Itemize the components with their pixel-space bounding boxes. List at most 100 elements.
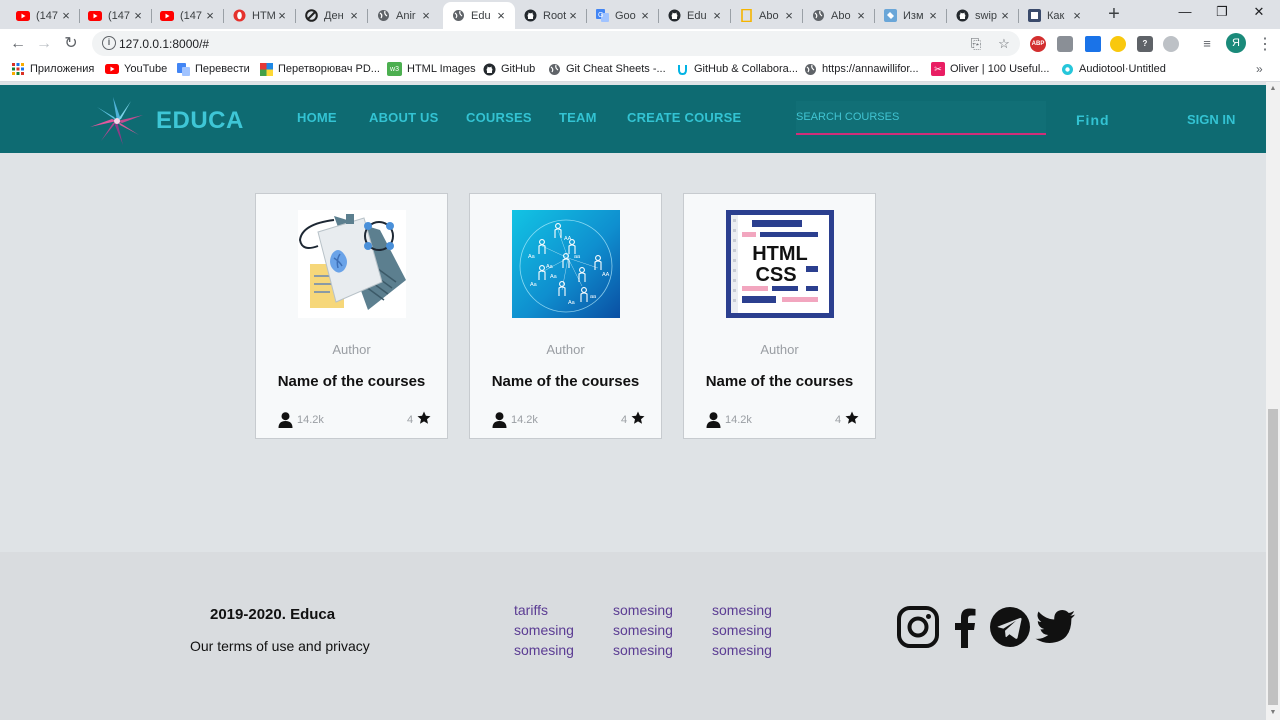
- bookmark-item[interactable]: Перетворювач PD...: [259, 62, 380, 76]
- browser-tab[interactable]: Root ×: [515, 2, 587, 29]
- footer-link[interactable]: somesing: [712, 642, 772, 658]
- home-extension-icon[interactable]: [1110, 36, 1126, 52]
- browser-tab[interactable]: (147 ×: [8, 2, 80, 29]
- course-card[interactable]: AA Aa Aa aa AA Aa aa Aa Aa Author Name of the …: [469, 193, 662, 439]
- footer-link[interactable]: somesing: [712, 602, 772, 618]
- close-tab-icon[interactable]: ×: [927, 8, 939, 23]
- forward-icon[interactable]: →: [34, 34, 54, 54]
- footer-link[interactable]: somesing: [712, 622, 772, 638]
- close-tab-icon[interactable]: ×: [204, 8, 216, 23]
- twitter-icon[interactable]: [1034, 606, 1076, 648]
- browser-tab[interactable]: HTM ×: [224, 2, 296, 29]
- educa-logo-icon[interactable]: [88, 95, 146, 147]
- course-title[interactable]: Name of the courses: [256, 373, 447, 390]
- close-tab-icon[interactable]: ×: [567, 8, 579, 23]
- course-title[interactable]: Name of the courses: [684, 373, 875, 390]
- instagram-icon[interactable]: [897, 606, 939, 648]
- footer-link-tariffs[interactable]: tariffs: [514, 602, 548, 618]
- course-title[interactable]: Name of the courses: [470, 373, 661, 390]
- browser-tab[interactable]: (147 ×: [80, 2, 152, 29]
- close-tab-icon[interactable]: ×: [132, 8, 144, 23]
- nav-about-us[interactable]: ABOUT US: [369, 110, 439, 125]
- nav-home[interactable]: HOME: [297, 110, 337, 125]
- eyedropper-icon[interactable]: [1085, 36, 1101, 52]
- browser-tab[interactable]: G Goo ×: [587, 2, 659, 29]
- bookmark-item[interactable]: w3 HTML Images: [387, 62, 476, 76]
- sign-in-link[interactable]: SIGN IN: [1187, 112, 1235, 127]
- omnibox[interactable]: i 127.0.0.1:8000/# ⎘ ☆: [92, 31, 1020, 56]
- telegram-icon[interactable]: [989, 606, 1031, 648]
- browser-tab[interactable]: (147 ×: [152, 2, 224, 29]
- close-tab-icon[interactable]: ×: [1071, 8, 1083, 23]
- close-tab-icon[interactable]: ×: [60, 8, 72, 23]
- new-tab-button[interactable]: +: [1104, 4, 1124, 24]
- browser-tab[interactable]: Abo ×: [803, 2, 875, 29]
- bookmark-item[interactable]: GitHub: [482, 62, 535, 76]
- close-tab-icon[interactable]: ×: [495, 8, 507, 23]
- browser-tab[interactable]: Edu ×: [659, 2, 731, 29]
- reload-icon[interactable]: ↻: [61, 34, 81, 54]
- url-text[interactable]: 127.0.0.1:8000/#: [119, 37, 209, 51]
- find-button[interactable]: Find: [1076, 112, 1110, 128]
- profile-avatar[interactable]: Я: [1226, 33, 1246, 53]
- bookmark-item[interactable]: YouTube: [105, 62, 167, 76]
- course-author[interactable]: Author: [470, 342, 661, 357]
- sync-extension-icon[interactable]: [1163, 36, 1179, 52]
- footer-link[interactable]: somesing: [613, 642, 673, 658]
- bookmark-item[interactable]: https://annawillifor...: [803, 62, 919, 76]
- extension-icon[interactable]: [1057, 36, 1073, 52]
- browser-tab[interactable]: Anir ×: [368, 2, 440, 29]
- close-tab-icon[interactable]: ×: [276, 8, 288, 23]
- more-bookmarks-icon[interactable]: »: [1256, 62, 1263, 76]
- course-card[interactable]: HTML CSS Author Name of the courses 14.2…: [683, 193, 876, 439]
- search-input[interactable]: [796, 101, 1046, 133]
- browser-tab-active[interactable]: Edu ×: [443, 2, 515, 29]
- footer-link[interactable]: somesing: [514, 642, 574, 658]
- facebook-icon[interactable]: [944, 606, 986, 648]
- browser-tab[interactable]: swip ×: [947, 2, 1019, 29]
- minimize-button[interactable]: —: [1170, 4, 1200, 22]
- bookmark-item[interactable]: Git Cheat Sheets -...: [547, 62, 666, 76]
- course-card[interactable]: Author Name of the courses 14.2k 4: [255, 193, 448, 439]
- course-thumbnail-python[interactable]: [298, 210, 406, 318]
- scrollbar-thumb[interactable]: [1268, 409, 1278, 705]
- close-tab-icon[interactable]: ×: [711, 8, 723, 23]
- page-scrollbar[interactable]: ▲ ▼: [1266, 82, 1280, 720]
- bookmark-item[interactable]: Приложения: [11, 62, 94, 76]
- bookmark-star-icon[interactable]: ☆: [996, 36, 1012, 52]
- browser-tab[interactable]: Изм ×: [875, 2, 947, 29]
- bookmark-item[interactable]: GitHub & Collabora...: [675, 62, 798, 76]
- close-tab-icon[interactable]: ×: [348, 8, 360, 23]
- brand-name[interactable]: EDUCA: [156, 107, 244, 135]
- course-thumbnail-people-network[interactable]: AA Aa Aa aa AA Aa aa Aa Aa: [512, 210, 620, 318]
- close-tab-icon[interactable]: ×: [783, 8, 795, 23]
- bookmark-item[interactable]: ✂ Oliver | 100 Useful...: [931, 62, 1049, 76]
- adblock-icon[interactable]: ABP: [1030, 36, 1046, 52]
- close-tab-icon[interactable]: ×: [999, 8, 1011, 23]
- bookmark-item[interactable]: Перевести: [176, 62, 250, 76]
- scroll-up-icon[interactable]: ▲: [1266, 82, 1280, 96]
- scroll-down-icon[interactable]: ▼: [1266, 706, 1280, 720]
- course-author[interactable]: Author: [256, 342, 447, 357]
- menu-kebab-icon[interactable]: ⋮: [1257, 34, 1273, 54]
- nav-team[interactable]: TEAM: [559, 110, 597, 125]
- site-info-icon[interactable]: i: [102, 36, 116, 50]
- footer-link[interactable]: somesing: [613, 622, 673, 638]
- close-window-button[interactable]: ✕: [1244, 4, 1274, 22]
- browser-tab[interactable]: Abo ×: [731, 2, 803, 29]
- help-extension-icon[interactable]: ?: [1137, 36, 1153, 52]
- terms-link[interactable]: Our terms of use and privacy: [190, 638, 370, 654]
- browser-tab[interactable]: Как ×: [1019, 2, 1091, 29]
- close-tab-icon[interactable]: ×: [855, 8, 867, 23]
- close-tab-icon[interactable]: ×: [639, 8, 651, 23]
- close-tab-icon[interactable]: ×: [420, 8, 432, 23]
- footer-link[interactable]: somesing: [613, 602, 673, 618]
- course-thumbnail-html-css[interactable]: HTML CSS: [726, 210, 834, 318]
- back-icon[interactable]: ←: [8, 34, 28, 54]
- browser-tab[interactable]: Ден ×: [296, 2, 368, 29]
- maximize-button[interactable]: ❐: [1207, 4, 1237, 22]
- nav-create-course[interactable]: CREATE COURSE: [627, 110, 741, 125]
- nav-courses[interactable]: COURSES: [466, 110, 532, 125]
- footer-link[interactable]: somesing: [514, 622, 574, 638]
- translate-page-icon[interactable]: ⎘: [968, 36, 984, 52]
